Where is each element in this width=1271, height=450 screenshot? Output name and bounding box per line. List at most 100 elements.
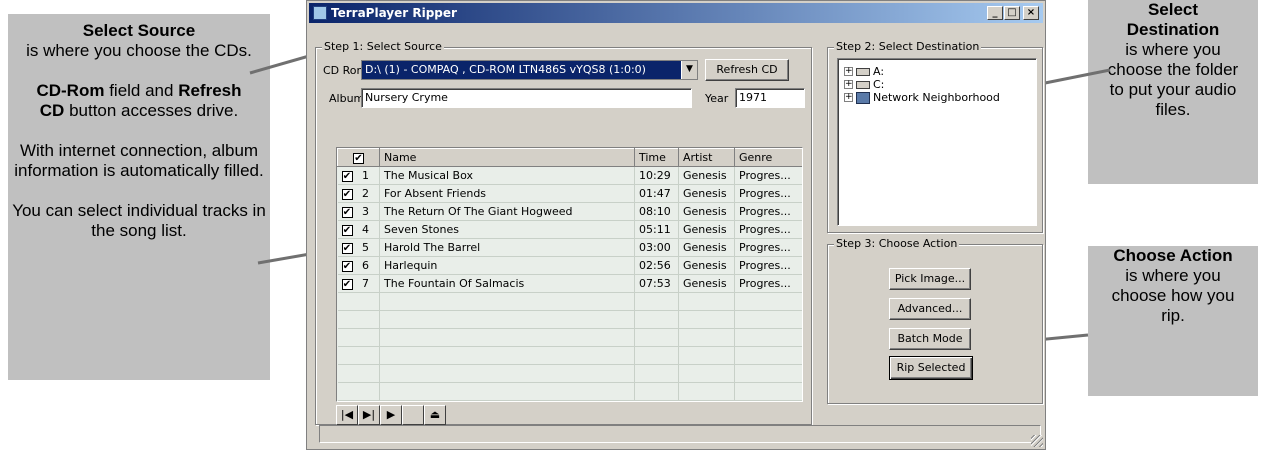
track-name: Harold The Barrel <box>379 238 635 257</box>
track-checkbox[interactable]: ✔ <box>341 260 353 272</box>
table-row[interactable]: ✔ 7 The Fountain Of Salmacis 07:53 Genesis P… <box>337 274 802 293</box>
track-genre: Progres... <box>734 256 802 275</box>
expand-icon[interactable]: + <box>844 80 853 89</box>
tree-item[interactable]: + A: <box>844 65 884 78</box>
album-label: Album <box>329 92 365 105</box>
track-checkbox[interactable]: ✔ <box>341 224 353 236</box>
batch-mode-button[interactable]: Batch Mode <box>889 328 971 350</box>
column-header-genre[interactable]: Genre <box>734 148 802 167</box>
tree-item[interactable]: + Network Neighborhood <box>844 91 1000 104</box>
play-button[interactable]: ▶ <box>380 405 402 425</box>
track-checkbox[interactable]: ✔ <box>341 278 353 290</box>
track-genre: Progres... <box>734 274 802 293</box>
chevron-down-icon[interactable]: ▼ <box>681 61 697 79</box>
track-name: For Absent Friends <box>379 184 635 203</box>
track-artist: Genesis <box>678 166 735 185</box>
track-genre: Progres... <box>734 202 802 221</box>
track-check-cell[interactable]: ✔ 4 <box>337 220 380 239</box>
table-row[interactable]: ✔ 6 Harlequin 02:56 Genesis Progres... <box>337 256 802 275</box>
track-genre: Progres... <box>734 220 802 239</box>
cdrom-select[interactable]: D:\ (1) - COMPAQ , CD-ROM LTN486S vYQS8 … <box>361 60 698 80</box>
track-list[interactable]: ✔ Name Time Artist Genre ✔ 1 The Musical … <box>336 147 803 402</box>
empty-row <box>337 364 802 383</box>
track-artist: Genesis <box>678 202 735 221</box>
track-name: Harlequin <box>379 256 635 275</box>
title-bar[interactable]: TerraPlayer Ripper _ □ × <box>309 3 1043 23</box>
advanced-button[interactable]: Advanced... <box>889 298 971 320</box>
track-check-cell[interactable]: ✔ 7 <box>337 274 380 293</box>
track-number: 1 <box>362 169 369 182</box>
column-header-time[interactable]: Time <box>634 148 679 167</box>
year-field[interactable]: 1971 <box>735 88 805 108</box>
drive-icon <box>856 80 870 89</box>
expand-icon[interactable]: + <box>844 67 853 76</box>
track-time: 08:10 <box>634 202 679 221</box>
window-title: TerraPlayer Ripper <box>331 6 457 20</box>
track-time: 02:56 <box>634 256 679 275</box>
track-check-cell[interactable]: ✔ 1 <box>337 166 380 185</box>
tree-item-label: A: <box>873 65 885 78</box>
album-field[interactable]: Nursery Cryme <box>361 88 692 108</box>
empty-row <box>337 310 802 329</box>
track-number: 4 <box>362 223 369 236</box>
select-all-column-header[interactable]: ✔ <box>337 148 380 167</box>
tree-item[interactable]: + C: <box>844 78 884 91</box>
track-time: 10:29 <box>634 166 679 185</box>
pick-image-button[interactable]: Pick Image... <box>889 268 971 290</box>
track-name: The Musical Box <box>379 166 635 185</box>
track-number: 7 <box>362 277 369 290</box>
track-name: Seven Stones <box>379 220 635 239</box>
table-row[interactable]: ✔ 2 For Absent Friends 01:47 Genesis Progres… <box>337 184 802 203</box>
track-genre: Progres... <box>734 184 802 203</box>
track-check-cell[interactable]: ✔ 5 <box>337 238 380 257</box>
eject-button[interactable]: ⏏ <box>424 405 446 425</box>
track-time: 05:11 <box>634 220 679 239</box>
track-check-cell[interactable]: ✔ 3 <box>337 202 380 221</box>
track-number: 5 <box>362 241 369 254</box>
track-name: The Fountain Of Salmacis <box>379 274 635 293</box>
track-checkbox[interactable]: ✔ <box>341 170 353 182</box>
stop-button[interactable] <box>402 405 424 425</box>
track-name: The Return Of The Giant Hogweed <box>379 202 635 221</box>
table-row[interactable]: ✔ 3 The Return Of The Giant Hogweed 08:10 G… <box>337 202 802 221</box>
track-checkbox[interactable]: ✔ <box>341 242 353 254</box>
track-genre: Progres... <box>734 238 802 257</box>
track-number: 3 <box>362 205 369 218</box>
empty-row <box>337 400 802 401</box>
cdrom-select-value: D:\ (1) - COMPAQ , CD-ROM LTN486S vYQS8 … <box>365 63 646 76</box>
column-header-artist[interactable]: Artist <box>678 148 735 167</box>
ripper-window: TerraPlayer Ripper _ □ × Step 1: Select … <box>306 0 1046 450</box>
empty-row <box>337 346 802 365</box>
track-artist: Genesis <box>678 220 735 239</box>
minimize-button[interactable]: _ <box>987 6 1003 20</box>
track-checkbox[interactable]: ✔ <box>341 188 353 200</box>
resize-grip[interactable] <box>1031 435 1043 447</box>
previous-track-button[interactable]: |◀ <box>336 405 358 425</box>
expand-icon[interactable]: + <box>844 93 853 102</box>
close-button[interactable]: × <box>1023 6 1039 20</box>
destination-tree[interactable]: + A: + C: + Network Neighborhood <box>837 58 1037 226</box>
table-row[interactable]: ✔ 5 Harold The Barrel 03:00 Genesis Progres.… <box>337 238 802 257</box>
track-artist: Genesis <box>678 238 735 257</box>
select-all-checkbox[interactable]: ✔ <box>353 152 364 164</box>
track-check-cell[interactable]: ✔ 2 <box>337 184 380 203</box>
rip-selected-button[interactable]: Rip Selected <box>889 356 973 380</box>
track-check-cell[interactable]: ✔ 6 <box>337 256 380 275</box>
track-genre: Progres... <box>734 166 802 185</box>
next-track-button[interactable]: ▶| <box>358 405 380 425</box>
column-header-name[interactable]: Name <box>379 148 635 167</box>
step1-label: Step 1: Select Source <box>322 40 444 53</box>
table-row[interactable]: ✔ 4 Seven Stones 05:11 Genesis Progres... <box>337 220 802 239</box>
step2-label: Step 2: Select Destination <box>834 40 982 53</box>
track-checkbox[interactable]: ✔ <box>341 206 353 218</box>
track-time: 01:47 <box>634 184 679 203</box>
track-artist: Genesis <box>678 274 735 293</box>
step3-label: Step 3: Choose Action <box>834 237 960 250</box>
refresh-cd-button[interactable]: Refresh CD <box>705 59 789 81</box>
maximize-button[interactable]: □ <box>1004 6 1020 20</box>
empty-row <box>337 328 802 347</box>
tree-item-label: Network Neighborhood <box>873 91 1000 104</box>
network-icon <box>856 91 870 104</box>
table-row[interactable]: ✔ 1 The Musical Box 10:29 Genesis Progres... <box>337 166 802 185</box>
player-controls: |◀ ▶| ▶ ⏏ <box>336 405 446 425</box>
